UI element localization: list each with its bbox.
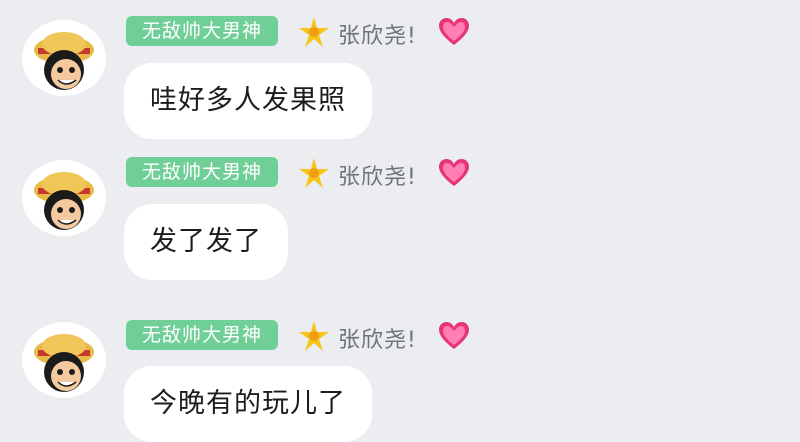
message-bubble[interactable]: 发了发了 bbox=[124, 204, 288, 280]
heart-icon bbox=[439, 18, 469, 45]
sender-title-badge: 无敌帅大男神 bbox=[126, 157, 279, 187]
message-bubble[interactable]: 今晚有的玩儿了 bbox=[124, 366, 372, 442]
heart-icon bbox=[439, 322, 469, 349]
straw-hat-boy-avatar bbox=[34, 32, 94, 90]
heart-icon bbox=[439, 159, 469, 186]
star-icon bbox=[299, 321, 329, 351]
star-icon bbox=[299, 158, 329, 188]
avatar[interactable] bbox=[22, 20, 106, 96]
sender-nickname: 张欣尧! bbox=[338, 24, 417, 49]
straw-hat-boy-avatar bbox=[34, 172, 94, 230]
sender-nickname: 张欣尧! bbox=[338, 165, 417, 190]
star-icon bbox=[299, 17, 329, 47]
avatar[interactable] bbox=[22, 160, 106, 236]
sender-title-badge: 无敌帅大男神 bbox=[126, 16, 279, 46]
avatar[interactable] bbox=[22, 322, 106, 398]
sender-title-badge: 无敌帅大男神 bbox=[126, 320, 279, 350]
sender-nickname: 张欣尧! bbox=[338, 328, 417, 353]
straw-hat-boy-avatar bbox=[34, 334, 94, 392]
message-bubble[interactable]: 哇好多人发果照 bbox=[124, 63, 372, 139]
